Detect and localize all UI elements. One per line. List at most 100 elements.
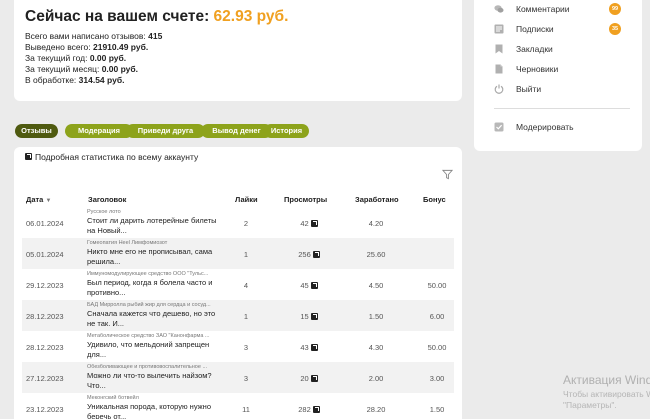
table-row: 28.12.2023 Метаболическое средство ЗАО "… [22,331,454,362]
menu-item-comments[interactable]: Комментарии 99 [494,2,634,16]
row-views: 20 [284,374,334,383]
row-views-value: 45 [300,281,309,290]
view-stats-icon[interactable] [310,220,318,227]
row-earned: 1.50 [368,312,384,321]
row-title-link[interactable]: Никто мне его не прописывал, сама решила… [87,247,222,267]
row-likes: 1 [243,312,249,321]
account-stats-label: Подробная статистика по всему аккаунту [35,152,199,162]
tab-reviews[interactable]: Отзывы [15,124,58,138]
row-likes: 1 [243,250,249,259]
column-header-date[interactable]: Дата ▼ [26,195,51,204]
row-date: 28.12.2023 [26,312,64,321]
comments-icon [494,5,504,13]
row-title-link[interactable]: Уникальная порода, которую нужно беречь … [87,402,222,419]
row-bonus: 3.00 [429,374,445,383]
row-date: 05.01.2024 [26,250,64,259]
row-views-value: 256 [298,250,311,259]
row-views-value: 15 [300,312,309,321]
tab-history[interactable]: История [264,124,309,138]
stat-label: В обработке: [25,75,79,85]
balance-amount: 62.93 руб. [213,8,289,25]
row-category: Метаболическое средство ЗАО "Канонфарма … [87,333,210,339]
row-category: Русское лото [87,209,121,215]
menu-item-bookmarks[interactable]: Закладки [494,42,634,56]
balance-card: Сейчас на вашем счете: 62.93 руб. Всего … [14,0,462,101]
stat-value: 0.00 руб. [101,64,139,74]
stat-value: 21910.49 руб. [92,42,149,52]
column-header-date-label: Дата [26,195,44,204]
reviews-table-card: Подробная статистика по всему аккаунту Д… [14,147,462,419]
row-category: Обезболивающее и противовоспалительное .… [87,364,208,370]
row-date: 23.12.2023 [26,405,64,414]
row-title-link[interactable]: Можно ли что-то вылечить найзом? Что... [87,371,222,391]
row-earned: 4.30 [368,343,384,352]
row-likes: 4 [243,281,249,290]
stat-label: Всего вами написано отзывов: [25,31,149,41]
row-likes: 11 [242,405,250,414]
subscriptions-count-badge: 35 [609,23,621,35]
row-bonus: 50.00 [427,281,447,290]
menu-item-moderate[interactable]: Модерировать [494,120,634,134]
balance-title: Сейчас на вашем счете: 62.93 руб. [25,8,288,26]
column-header-bonus: Бонус [423,195,446,204]
row-views: 15 [284,312,334,321]
menu-item-label: Черновики [516,64,559,74]
comments-count-badge: 99 [609,3,621,15]
view-stats-icon[interactable] [310,375,318,382]
table-row: 28.12.2023 БАД Мирролла рыбий жир для се… [22,300,454,331]
row-likes: 3 [243,343,249,352]
row-title-link[interactable]: Был период, когда я болела часто и проти… [87,278,222,298]
row-date: 28.12.2023 [26,343,64,352]
menu-item-logout[interactable]: Выйти [494,82,634,96]
menu-item-label: Модерировать [516,122,574,132]
menu-item-label: Комментарии [516,4,570,14]
table-row: 23.12.2023 Меконгский ботвейл Уникальная… [22,393,454,419]
column-header-title: Заголовок [88,195,127,204]
stat-current-month: За текущий месяц: 0.00 руб. [25,64,138,74]
filter-icon[interactable] [442,169,453,180]
tab-moderation[interactable]: Модерация [65,124,133,138]
menu-item-subscriptions[interactable]: Подписки 35 [494,22,634,36]
row-views-value: 43 [300,343,309,352]
tab-withdraw[interactable]: Вывод денег [201,124,272,138]
account-stats-link[interactable]: Подробная статистика по всему аккаунту [25,152,198,162]
stat-processing: В обработке: 314.54 руб. [25,75,124,85]
row-likes: 2 [243,219,249,228]
view-stats-icon[interactable] [310,313,318,320]
row-title-link[interactable]: Стоит ли дарить лотерейные билеты на Нов… [87,216,222,236]
table-row: 29.12.2023 Иммуномодулирующее средство О… [22,269,454,300]
view-stats-icon[interactable] [312,251,320,258]
row-earned: 28.20 [366,405,386,414]
sort-down-icon: ▼ [45,198,52,204]
tab-refer-friend[interactable]: Приведи друга [126,124,205,138]
row-category: Меконгский ботвейл [87,395,139,401]
row-title-link[interactable]: Сначала кажется что дешево, но это не та… [87,309,222,329]
row-title-link[interactable]: Удивило, что мельдоний запрещен для... [87,340,222,360]
row-date: 29.12.2023 [26,281,64,290]
row-earned: 25.60 [366,250,386,259]
activation-watermark-line: "Параметры". [563,400,617,410]
menu-item-drafts[interactable]: Черновики [494,62,634,76]
bookmark-icon [495,44,503,54]
moderate-check-icon [494,122,504,132]
activation-watermark-title: Активация Wind [563,373,650,387]
stat-current-year: За текущий год: 0.00 руб. [25,53,126,63]
row-date: 27.12.2023 [26,374,64,383]
view-stats-icon[interactable] [310,282,318,289]
row-views-value: 282 [298,405,311,414]
row-earned: 4.50 [368,281,384,290]
row-earned: 4.20 [368,219,384,228]
row-views: 256 [284,250,334,259]
view-stats-icon[interactable] [310,344,318,351]
table-row: 27.12.2023 Обезболивающее и противовоспа… [22,362,454,393]
row-views: 282 [284,405,334,414]
view-stats-icon[interactable] [312,406,320,413]
menu-item-label: Выйти [516,84,542,94]
draft-icon [495,64,503,74]
menu-item-label: Закладки [516,44,553,54]
column-header-views: Просмотры [284,195,328,204]
stat-value: 314.54 руб. [78,75,125,85]
menu-item-label: Подписки [516,24,554,34]
row-date: 06.01.2024 [26,219,64,228]
stat-value: 415 [148,31,163,41]
